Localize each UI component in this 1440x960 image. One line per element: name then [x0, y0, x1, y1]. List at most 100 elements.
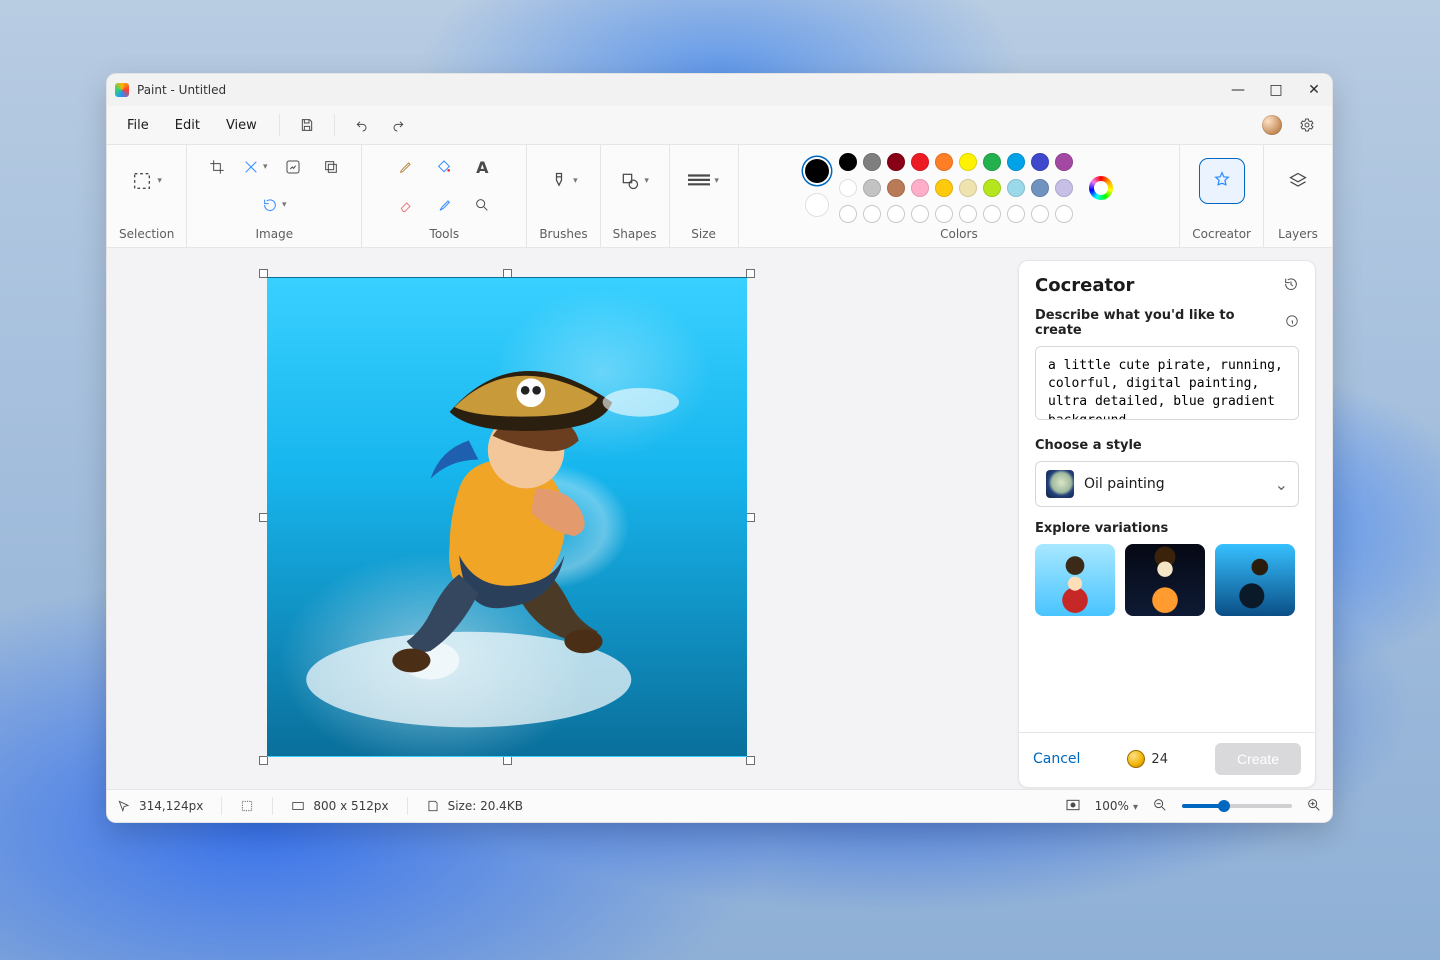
- color-1[interactable]: [805, 159, 829, 183]
- close-button[interactable]: ✕: [1304, 74, 1324, 106]
- zoom-slider[interactable]: [1182, 804, 1292, 808]
- menu-file[interactable]: File: [117, 112, 159, 139]
- selection-size: [240, 799, 254, 813]
- prompt-input[interactable]: [1035, 346, 1299, 420]
- color-picker-tool[interactable]: [430, 191, 458, 219]
- zoom-in-button[interactable]: [1306, 797, 1322, 816]
- swatch-empty[interactable]: [1031, 205, 1049, 223]
- minimize-button[interactable]: —: [1228, 74, 1248, 106]
- variation-1[interactable]: [1035, 544, 1115, 616]
- swatch[interactable]: [935, 179, 953, 197]
- cancel-link[interactable]: Cancel: [1033, 751, 1080, 767]
- cocreator-title: Cocreator: [1035, 275, 1134, 296]
- size-tool[interactable]: [682, 159, 726, 203]
- swatch[interactable]: [983, 153, 1001, 171]
- swatch[interactable]: [1055, 179, 1073, 197]
- save-button[interactable]: [292, 111, 322, 139]
- shapes-tool[interactable]: [613, 159, 657, 203]
- menu-view[interactable]: View: [216, 112, 267, 139]
- ribbon-group-cocreator: Cocreator: [1180, 145, 1264, 247]
- fit-to-window-button[interactable]: [1065, 797, 1081, 816]
- swatch[interactable]: [1055, 153, 1073, 171]
- zoom-out-button[interactable]: [1152, 797, 1168, 816]
- swatch[interactable]: [863, 153, 881, 171]
- swatch[interactable]: [887, 179, 905, 197]
- sel-handle-s[interactable]: [503, 756, 512, 765]
- history-icon[interactable]: [1283, 276, 1299, 296]
- prompt-label: Describe what you'd like to create: [1035, 308, 1279, 338]
- variation-2[interactable]: [1125, 544, 1205, 616]
- canvas-size-value: 800 x 512px: [313, 799, 388, 813]
- menu-edit[interactable]: Edit: [165, 112, 210, 139]
- eraser-tool[interactable]: [392, 191, 420, 219]
- maximize-button[interactable]: □: [1266, 74, 1286, 106]
- style-select[interactable]: Oil painting ⌄: [1035, 461, 1299, 507]
- ribbon-label-cocreator: Cocreator: [1192, 227, 1251, 241]
- swatch[interactable]: [959, 153, 977, 171]
- ribbon: Selection Image A: [107, 145, 1332, 248]
- select-tool[interactable]: [125, 159, 169, 203]
- sel-handle-ne[interactable]: [746, 269, 755, 278]
- canvas-image[interactable]: [267, 277, 747, 757]
- swatch[interactable]: [935, 153, 953, 171]
- palette-row-3: [839, 205, 1073, 223]
- user-avatar[interactable]: [1262, 115, 1282, 135]
- variation-3[interactable]: [1215, 544, 1295, 616]
- swatch-empty[interactable]: [839, 205, 857, 223]
- edit-colors-button[interactable]: [1089, 176, 1113, 200]
- swatch[interactable]: [1007, 179, 1025, 197]
- sel-handle-sw[interactable]: [259, 756, 268, 765]
- ribbon-group-selection: Selection: [107, 145, 187, 247]
- zoom-select[interactable]: 100%: [1095, 799, 1138, 813]
- layers-small-tool[interactable]: [317, 153, 345, 181]
- ribbon-label-shapes: Shapes: [613, 227, 657, 241]
- text-tool[interactable]: A: [468, 153, 496, 181]
- brush-tool[interactable]: [541, 159, 585, 203]
- swatch[interactable]: [959, 179, 977, 197]
- swatch-empty[interactable]: [887, 205, 905, 223]
- swatch[interactable]: [1031, 179, 1049, 197]
- swatch-empty[interactable]: [959, 205, 977, 223]
- ribbon-group-tools: A Tools: [362, 145, 527, 247]
- redo-button[interactable]: [383, 111, 413, 139]
- ribbon-label-size: Size: [691, 227, 716, 241]
- swatch[interactable]: [863, 179, 881, 197]
- swatch[interactable]: [887, 153, 905, 171]
- image-gen-tool[interactable]: [279, 153, 307, 181]
- layers-toggle[interactable]: [1276, 159, 1320, 203]
- create-button[interactable]: Create: [1215, 743, 1301, 775]
- swatch[interactable]: [1031, 153, 1049, 171]
- swatch[interactable]: [839, 179, 857, 197]
- rotate-tool[interactable]: [260, 191, 288, 219]
- swatch[interactable]: [1007, 153, 1025, 171]
- canvas-area: Cocreator Describe what you'd like to cr…: [107, 248, 1332, 789]
- cocreator-toggle[interactable]: [1200, 159, 1244, 203]
- swatch[interactable]: [911, 179, 929, 197]
- undo-button[interactable]: [347, 111, 377, 139]
- swatch[interactable]: [839, 153, 857, 171]
- canvas-viewport[interactable]: Cocreator Describe what you'd like to cr…: [107, 248, 1332, 789]
- info-icon[interactable]: [1285, 314, 1299, 332]
- resize-tool[interactable]: [241, 153, 269, 181]
- swatch-empty[interactable]: [863, 205, 881, 223]
- swatch[interactable]: [911, 153, 929, 171]
- color-2[interactable]: [805, 193, 829, 217]
- ribbon-label-selection: Selection: [119, 227, 174, 241]
- pencil-tool[interactable]: [392, 153, 420, 181]
- swatch-empty[interactable]: [1007, 205, 1025, 223]
- sel-handle-se[interactable]: [746, 756, 755, 765]
- settings-button[interactable]: [1292, 111, 1322, 139]
- ribbon-group-layers: Layers: [1264, 145, 1332, 247]
- swatch-empty[interactable]: [1055, 205, 1073, 223]
- statusbar: 314,124px 800 x 512px Size: 20.4KB 100%: [107, 789, 1332, 822]
- swatch-empty[interactable]: [911, 205, 929, 223]
- swatch[interactable]: [983, 179, 1001, 197]
- swatch-empty[interactable]: [935, 205, 953, 223]
- swatch-empty[interactable]: [983, 205, 1001, 223]
- sel-handle-e[interactable]: [746, 513, 755, 522]
- magnifier-tool[interactable]: [468, 191, 496, 219]
- cursor-position-value: 314,124px: [139, 799, 203, 813]
- crop-tool[interactable]: [203, 153, 231, 181]
- fill-tool[interactable]: [430, 153, 458, 181]
- desktop: Paint - Untitled — □ ✕ File Edit View: [0, 0, 1440, 960]
